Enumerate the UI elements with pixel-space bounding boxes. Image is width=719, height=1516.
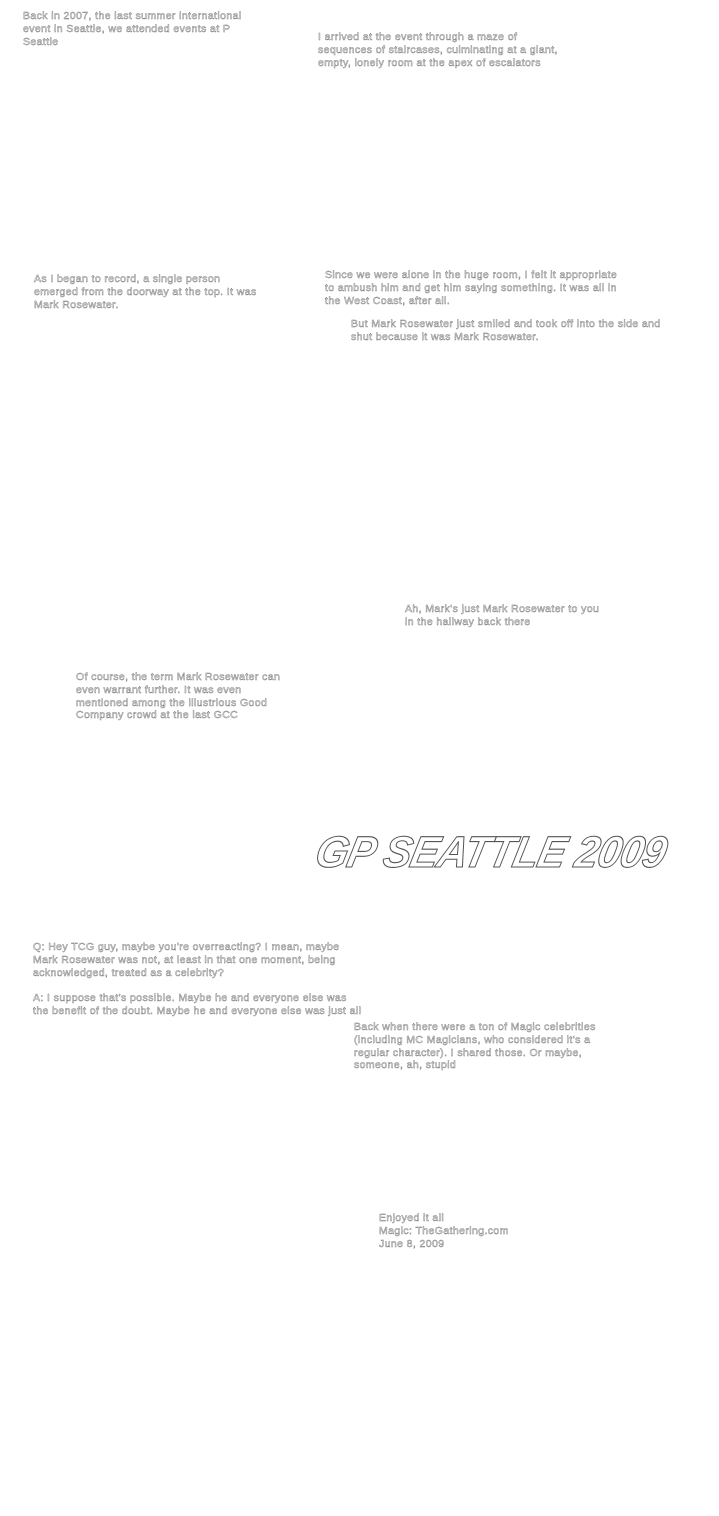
gp-seattle-logo: GP SEATTLE 2009	[311, 827, 672, 877]
ambush-caption: Since we were alone in the huge room, I …	[325, 269, 618, 307]
gcc-caption: Of course, the term Mark Rosewater can e…	[76, 671, 281, 722]
qa-caption: Q: Hey TCG guy, maybe you're overreactin…	[33, 941, 362, 1017]
escalator-caption: I arrived at the event through a maze of…	[318, 31, 558, 69]
hallway-caption: Ah, Mark's just Mark Rosewater to you in…	[405, 603, 600, 628]
smile-caption: But Mark Rosewater just smiled and took …	[351, 318, 661, 343]
doorway-caption: As I began to record, a single person em…	[34, 273, 257, 311]
celebrities-caption: Back when there were a ton of Magic cele…	[354, 1021, 596, 1072]
intro-caption: Back in 2007, the last summer internatio…	[23, 10, 242, 48]
signoff-caption: Enjoyed it all Magic: TheGathering.com J…	[379, 1212, 509, 1250]
